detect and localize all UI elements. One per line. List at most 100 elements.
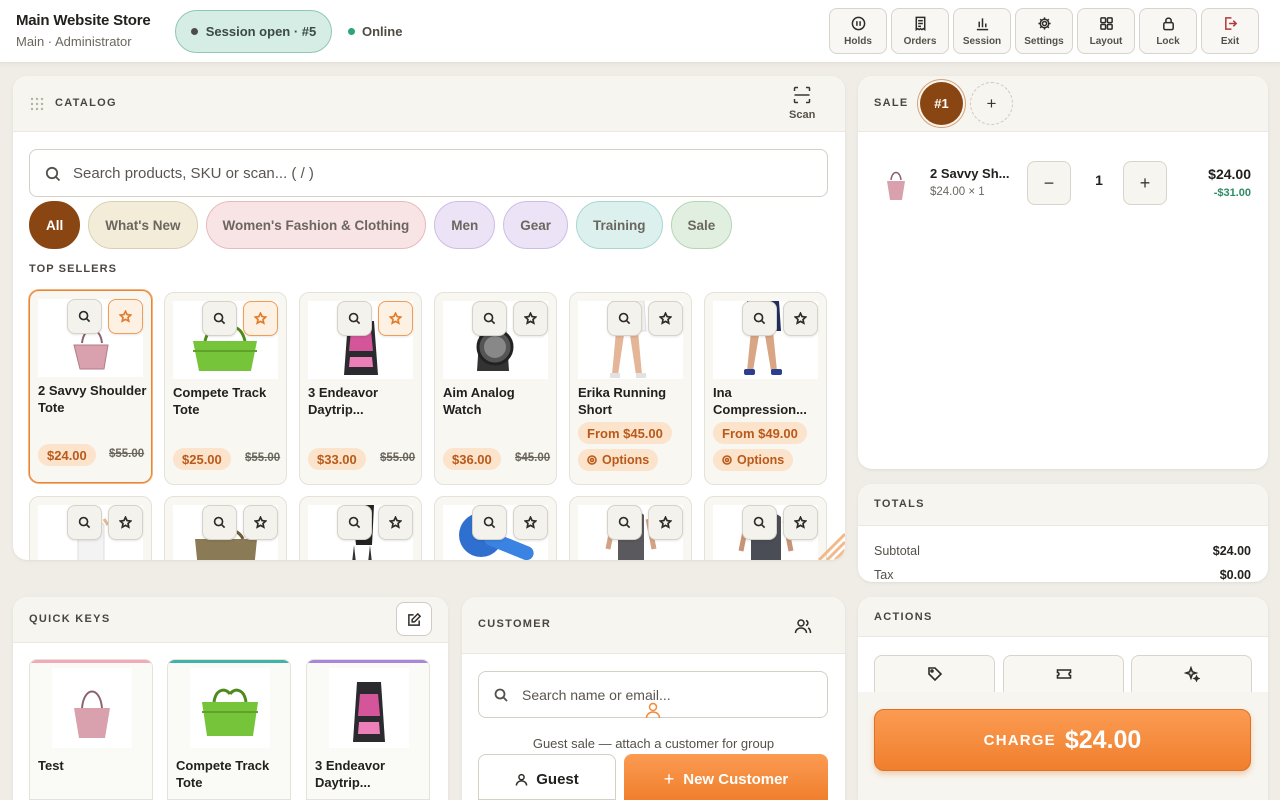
category-chip-gear[interactable]: Gear bbox=[503, 201, 568, 249]
favorite-button[interactable] bbox=[648, 505, 683, 540]
custom-action-button[interactable] bbox=[1131, 655, 1252, 693]
line-item-discount: -$31.00 bbox=[1213, 187, 1251, 199]
scan-button[interactable]: Scan bbox=[789, 86, 815, 121]
category-chip-sale[interactable]: Sale bbox=[670, 201, 733, 249]
quick-view-button[interactable] bbox=[607, 301, 642, 336]
quick-view-button[interactable] bbox=[742, 301, 777, 336]
quick-view-button[interactable] bbox=[202, 505, 237, 540]
product-card[interactable] bbox=[569, 496, 692, 560]
coupon-action-button[interactable] bbox=[1003, 655, 1124, 693]
favorite-button[interactable] bbox=[243, 301, 278, 336]
orders-label: Orders bbox=[903, 35, 937, 47]
actions-header: ACTIONS bbox=[858, 597, 1268, 637]
increase-qty-button[interactable]: + bbox=[1123, 161, 1167, 205]
add-sale-button[interactable]: + bbox=[970, 82, 1013, 125]
favorite-button[interactable] bbox=[783, 301, 818, 336]
product-price: $36.00 bbox=[443, 448, 501, 470]
quick-view-button[interactable] bbox=[607, 505, 642, 540]
connection-status: Online bbox=[348, 24, 402, 39]
quick-view-button[interactable] bbox=[202, 301, 237, 336]
new-customer-button[interactable]: + New Customer bbox=[624, 754, 828, 800]
category-chip-womens[interactable]: Women's Fashion & Clothing bbox=[205, 201, 427, 249]
favorite-button[interactable] bbox=[513, 505, 548, 540]
users-icon[interactable] bbox=[794, 617, 812, 635]
product-card[interactable]: Erika Running Short From $45.00 Options bbox=[569, 292, 692, 485]
quick-view-button[interactable] bbox=[67, 505, 102, 540]
star-icon bbox=[659, 516, 672, 529]
product-card[interactable]: 3 Endeavor Daytrip... $33.00 $55.00 bbox=[299, 292, 422, 485]
quick-key-tile[interactable]: Test bbox=[29, 659, 153, 800]
quick-keys-panel: QUICK KEYS Test Compete Track Tote 3 End… bbox=[13, 597, 448, 800]
product-card[interactable]: 2 Savvy Shoulder Tote $24.00 $55.00 bbox=[29, 290, 152, 483]
favorite-button[interactable] bbox=[243, 505, 278, 540]
quick-view-button[interactable] bbox=[472, 301, 507, 336]
product-card[interactable] bbox=[29, 496, 152, 560]
holds-button[interactable]: Holds bbox=[829, 8, 887, 54]
product-card[interactable]: Aim Analog Watch $36.00 $45.00 bbox=[434, 292, 557, 485]
guest-sale-note: Guest sale — attach a customer for group bbox=[532, 736, 775, 751]
product-card[interactable] bbox=[434, 496, 557, 560]
category-chip-whats-new[interactable]: What's New bbox=[88, 201, 198, 249]
favorite-button[interactable] bbox=[513, 301, 548, 336]
sale-tab-1[interactable]: #1 bbox=[920, 82, 963, 125]
session-button[interactable]: Session bbox=[953, 8, 1011, 54]
receipt-icon bbox=[915, 16, 925, 31]
quick-key-name: Test bbox=[38, 758, 64, 773]
lock-label: Lock bbox=[1156, 35, 1180, 47]
product-card[interactable]: Compete Track Tote $25.00 $55.00 bbox=[164, 292, 287, 485]
guest-button[interactable]: Guest bbox=[478, 754, 616, 800]
scan-icon bbox=[793, 86, 811, 104]
quick-key-color-bar bbox=[307, 660, 429, 663]
quick-view-button[interactable] bbox=[742, 505, 777, 540]
line-item-qty: 1 bbox=[1095, 172, 1103, 188]
decrease-qty-button[interactable]: − bbox=[1027, 161, 1071, 205]
product-price: $24.00 bbox=[38, 444, 96, 466]
catalog-title: CATALOG bbox=[55, 97, 117, 109]
charge-button[interactable]: CHARGE $24.00 bbox=[874, 709, 1251, 771]
product-card[interactable]: Ina Compression... From $49.00 Options bbox=[704, 292, 827, 485]
drag-handle-icon[interactable] bbox=[30, 97, 44, 111]
line-item-name: 2 Savvy Sh... bbox=[930, 166, 1010, 181]
star-icon bbox=[119, 516, 132, 529]
category-chip-men[interactable]: Men bbox=[434, 201, 496, 249]
layout-button[interactable]: Layout bbox=[1077, 8, 1135, 54]
quick-key-name: 3 Endeavor Daytrip... bbox=[315, 758, 386, 790]
quick-view-button[interactable] bbox=[337, 301, 372, 336]
star-icon bbox=[254, 516, 267, 529]
settings-button[interactable]: Settings bbox=[1015, 8, 1073, 54]
quick-view-button[interactable] bbox=[337, 505, 372, 540]
options-button[interactable]: Options bbox=[578, 449, 659, 471]
quick-view-button[interactable] bbox=[67, 299, 102, 334]
sale-title: SALE bbox=[874, 97, 909, 109]
quick-key-color-bar bbox=[30, 660, 152, 663]
magnifier-icon bbox=[213, 312, 226, 325]
category-chip-all[interactable]: All bbox=[29, 201, 81, 249]
lock-button[interactable]: Lock bbox=[1139, 8, 1197, 54]
product-card[interactable] bbox=[164, 496, 287, 560]
session-status-button[interactable]: Session open · #5 bbox=[175, 10, 332, 53]
product-card[interactable] bbox=[704, 496, 827, 560]
quick-key-tile[interactable]: Compete Track Tote bbox=[167, 659, 291, 800]
magnifier-icon bbox=[753, 312, 766, 325]
holds-label: Holds bbox=[844, 35, 872, 47]
favorite-button[interactable] bbox=[108, 299, 143, 334]
exit-button[interactable]: Exit bbox=[1201, 8, 1259, 54]
star-icon bbox=[524, 312, 537, 325]
quick-key-tile[interactable]: 3 Endeavor Daytrip... bbox=[306, 659, 430, 800]
cart-line-item[interactable]: 2 Savvy Sh... $24.00 × 1 − 1 + $24.00 -$… bbox=[858, 158, 1268, 208]
orders-button[interactable]: Orders bbox=[891, 8, 949, 54]
resize-handle-icon[interactable] bbox=[813, 528, 845, 560]
product-card[interactable] bbox=[299, 496, 422, 560]
category-chip-training[interactable]: Training bbox=[576, 201, 663, 249]
favorite-button[interactable] bbox=[378, 505, 413, 540]
product-search-input[interactable]: Search products, SKU or scan... ( / ) bbox=[29, 149, 828, 197]
edit-quick-keys-button[interactable] bbox=[396, 602, 432, 636]
discount-action-button[interactable] bbox=[874, 655, 995, 693]
favorite-button[interactable] bbox=[108, 505, 143, 540]
favorite-button[interactable] bbox=[648, 301, 683, 336]
quick-view-button[interactable] bbox=[472, 505, 507, 540]
favorite-button[interactable] bbox=[378, 301, 413, 336]
product-original-price: $55.00 bbox=[109, 448, 145, 460]
options-button[interactable]: Options bbox=[713, 449, 794, 471]
grid-icon bbox=[1099, 16, 1113, 30]
